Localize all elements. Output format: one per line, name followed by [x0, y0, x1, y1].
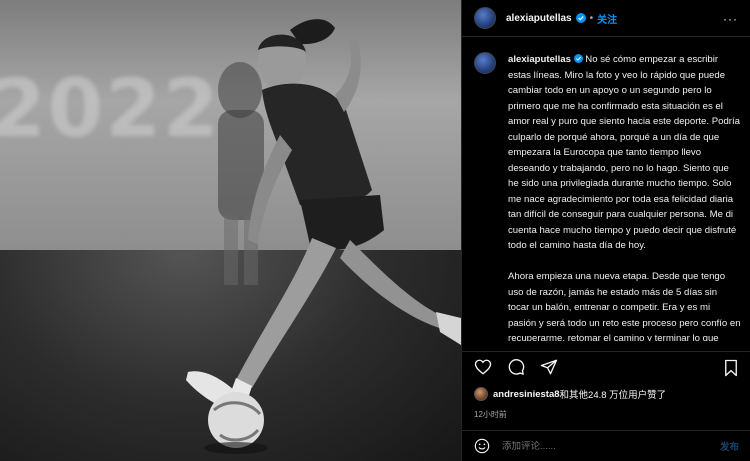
emoji-icon[interactable] [474, 438, 490, 454]
author-username[interactable]: alexiaputellas [506, 13, 572, 24]
verified-badge-icon [575, 13, 586, 23]
post-photo[interactable]: 2022 [0, 0, 461, 461]
header-separator: • [589, 12, 594, 24]
caption-author-avatar[interactable] [474, 52, 496, 74]
heart-icon[interactable] [474, 358, 492, 376]
verified-badge-icon [573, 54, 583, 63]
caption-text: alexiaputellas No sé cómo empezar a escr… [508, 52, 741, 341]
post-comment-button[interactable]: 发布 [720, 439, 739, 453]
comment-bar: 发布 [462, 430, 750, 461]
likes-summary[interactable]: andresiniesta8 和其他24.8 万位用户赞了 [474, 387, 666, 401]
likes-rest[interactable]: 和其他24.8 万位用户赞了 [560, 387, 667, 401]
comment-icon[interactable] [507, 358, 525, 376]
bookmark-icon[interactable] [723, 359, 739, 377]
post-header: alexiaputellas • 关注 ··· [462, 0, 750, 37]
post-timestamp[interactable]: 12小时前 [474, 409, 507, 420]
caption-username[interactable]: alexiaputellas [508, 54, 571, 65]
liker-username[interactable]: andresiniesta8 [493, 389, 560, 400]
action-bar [462, 351, 750, 381]
caption-body: No sé cómo empezar a escribir estas líne… [508, 54, 741, 341]
comment-input[interactable] [502, 440, 720, 452]
share-icon[interactable] [540, 358, 558, 376]
liker-avatar[interactable] [474, 387, 488, 401]
more-icon[interactable]: ··· [723, 12, 738, 26]
author-avatar[interactable] [474, 7, 496, 29]
player-silhouette [186, 19, 461, 454]
follow-button[interactable]: 关注 [597, 11, 617, 26]
caption-row: alexiaputellas No sé cómo empezar a escr… [474, 52, 741, 341]
post-side-panel: alexiaputellas • 关注 ··· alexiaputellas N… [461, 0, 750, 461]
caption-area: alexiaputellas No sé cómo empezar a escr… [462, 38, 750, 341]
